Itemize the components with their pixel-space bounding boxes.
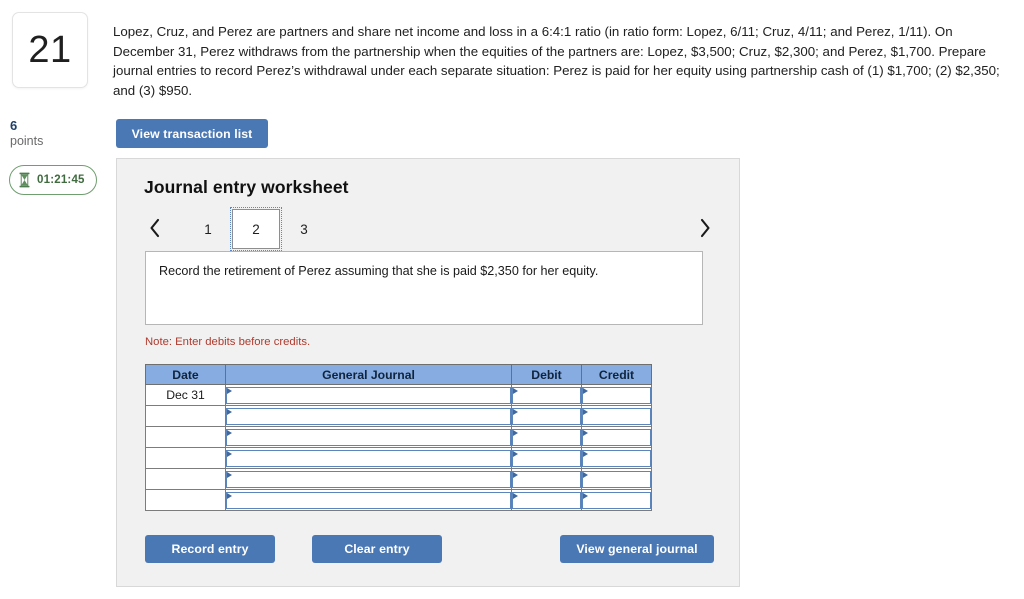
pager-prev-button[interactable] [144, 213, 166, 243]
cell-date [145, 405, 226, 427]
clear-entry-button[interactable]: Clear entry [312, 535, 442, 563]
timer-value: 01:21:45 [37, 174, 85, 186]
debit-input[interactable] [512, 407, 581, 425]
left-rail: 21 6 points 01:21:45 [0, 0, 110, 599]
cell-debit[interactable] [511, 468, 582, 490]
cell-credit[interactable] [581, 405, 652, 427]
cell-date [145, 468, 226, 490]
question-number: 21 [28, 29, 72, 71]
cell-debit[interactable] [511, 489, 582, 511]
debit-input[interactable] [512, 428, 581, 446]
cell-debit[interactable] [511, 384, 582, 406]
table-header-row: Date General Journal Debit Credit [145, 364, 652, 385]
cell-credit[interactable] [581, 489, 652, 511]
view-transaction-list-button[interactable]: View transaction list [116, 119, 268, 148]
worksheet-note: Note: Enter debits before credits. [145, 336, 311, 348]
worksheet-tab-list: 1 2 3 [184, 207, 328, 251]
worksheet-tab-2[interactable]: 2 [230, 207, 282, 251]
cell-general-journal[interactable] [225, 426, 512, 448]
cell-date [145, 426, 226, 448]
general-journal-input[interactable] [226, 386, 511, 404]
cell-debit[interactable] [511, 426, 582, 448]
points-value: 6 [10, 118, 18, 133]
cell-general-journal[interactable] [225, 447, 512, 469]
worksheet-tab-1[interactable]: 1 [184, 209, 232, 249]
cell-credit[interactable] [581, 447, 652, 469]
question-number-card: 21 [12, 12, 88, 88]
worksheet-pager: 1 2 3 [144, 207, 716, 253]
credit-input[interactable] [582, 449, 651, 467]
table-row [145, 405, 652, 427]
cell-debit[interactable] [511, 447, 582, 469]
cell-date [145, 447, 226, 469]
cell-date [145, 489, 226, 511]
worksheet-instruction-box: Record the retirement of Perez assuming … [145, 251, 703, 325]
points-block: 6 points [10, 118, 43, 150]
table-row [145, 468, 652, 490]
credit-input[interactable] [582, 386, 651, 404]
cell-general-journal[interactable] [225, 405, 512, 427]
chevron-right-icon [700, 218, 710, 238]
worksheet-tab-3[interactable]: 3 [280, 209, 328, 249]
cell-date: Dec 31 [145, 384, 226, 406]
table-row [145, 447, 652, 469]
debit-input[interactable] [512, 449, 581, 467]
worksheet-title: Journal entry worksheet [144, 177, 349, 197]
question-body-text: Lopez, Cruz, and Perez are partners and … [113, 24, 1000, 99]
credit-input[interactable] [582, 428, 651, 446]
general-journal-input[interactable] [226, 407, 511, 425]
table-row [145, 426, 652, 448]
cell-debit[interactable] [511, 405, 582, 427]
general-journal-input[interactable] [226, 428, 511, 446]
journal-entry-table: Date General Journal Debit Credit Dec 31 [145, 364, 652, 511]
cell-credit[interactable] [581, 426, 652, 448]
debit-input[interactable] [512, 386, 581, 404]
record-entry-button[interactable]: Record entry [145, 535, 275, 563]
debit-input[interactable] [512, 470, 581, 488]
general-journal-input[interactable] [226, 470, 511, 488]
hourglass-icon [19, 172, 30, 188]
column-header-general-journal: General Journal [225, 364, 512, 385]
points-label: points [10, 134, 44, 149]
journal-entry-worksheet-panel: Journal entry worksheet 1 2 3 Record the… [116, 158, 740, 587]
credit-input[interactable] [582, 470, 651, 488]
cell-general-journal[interactable] [225, 489, 512, 511]
cell-general-journal[interactable] [225, 384, 512, 406]
general-journal-input[interactable] [226, 491, 511, 509]
column-header-date: Date [145, 364, 226, 385]
column-header-credit: Credit [581, 364, 652, 385]
credit-input[interactable] [582, 491, 651, 509]
view-general-journal-button[interactable]: View general journal [560, 535, 714, 563]
pager-next-button[interactable] [694, 213, 716, 243]
debit-input[interactable] [512, 491, 581, 509]
cell-credit[interactable] [581, 468, 652, 490]
table-row [145, 489, 652, 511]
cell-credit[interactable] [581, 384, 652, 406]
chevron-left-icon [150, 218, 160, 238]
credit-input[interactable] [582, 407, 651, 425]
timer-pill: 01:21:45 [9, 165, 97, 195]
column-header-debit: Debit [511, 364, 582, 385]
cell-general-journal[interactable] [225, 468, 512, 490]
general-journal-input[interactable] [226, 449, 511, 467]
table-row: Dec 31 [145, 384, 652, 406]
